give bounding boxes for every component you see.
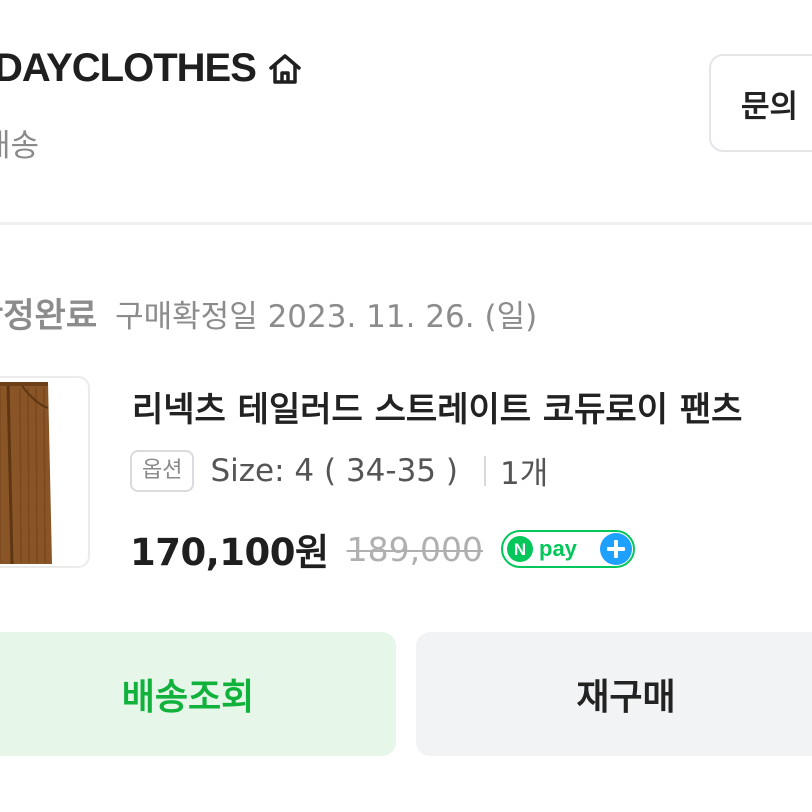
- original-price: 189,000: [346, 529, 484, 569]
- svg-text:pay: pay: [539, 536, 578, 561]
- product-name[interactable]: 리넥츠 테일러드 스트레이트 코듀로이 팬츠: [132, 382, 742, 431]
- npay-icon: N pay: [501, 530, 636, 568]
- order-status: 확정완료: [0, 296, 98, 336]
- track-delivery-button[interactable]: 배송조회: [0, 632, 396, 756]
- price-row: 170,100원 189,000 N pay: [130, 522, 636, 576]
- corduroy-pants-image: [0, 378, 88, 566]
- order-status-row: 확정완료 구매확정일 2023. 11. 26. (일): [0, 288, 537, 337]
- option-value: Size: 4 ( 34-35 ): [210, 452, 458, 489]
- reorder-button[interactable]: 재구매: [416, 632, 812, 756]
- delivery-label: 배송: [0, 128, 40, 164]
- quantity: 1개: [499, 456, 549, 492]
- product-thumbnail[interactable]: [0, 376, 90, 568]
- option-badge: 옵션: [130, 449, 195, 492]
- inquiry-button[interactable]: 문의: [709, 54, 812, 152]
- store-header[interactable]: DAYCLOTHES: [0, 46, 304, 91]
- svg-text:N: N: [514, 540, 526, 559]
- home-icon[interactable]: [266, 50, 304, 88]
- npay-badge: N pay: [501, 530, 636, 568]
- option-separator: [483, 455, 486, 486]
- store-name[interactable]: DAYCLOTHES: [0, 46, 257, 91]
- sale-price: 170,100원: [130, 531, 329, 574]
- section-divider: [0, 222, 812, 225]
- product-option-row: 옵션 Size: 4 ( 34-35 ) 1개: [130, 448, 548, 493]
- purchase-confirm-date: 구매확정일 2023. 11. 26. (일): [115, 299, 538, 335]
